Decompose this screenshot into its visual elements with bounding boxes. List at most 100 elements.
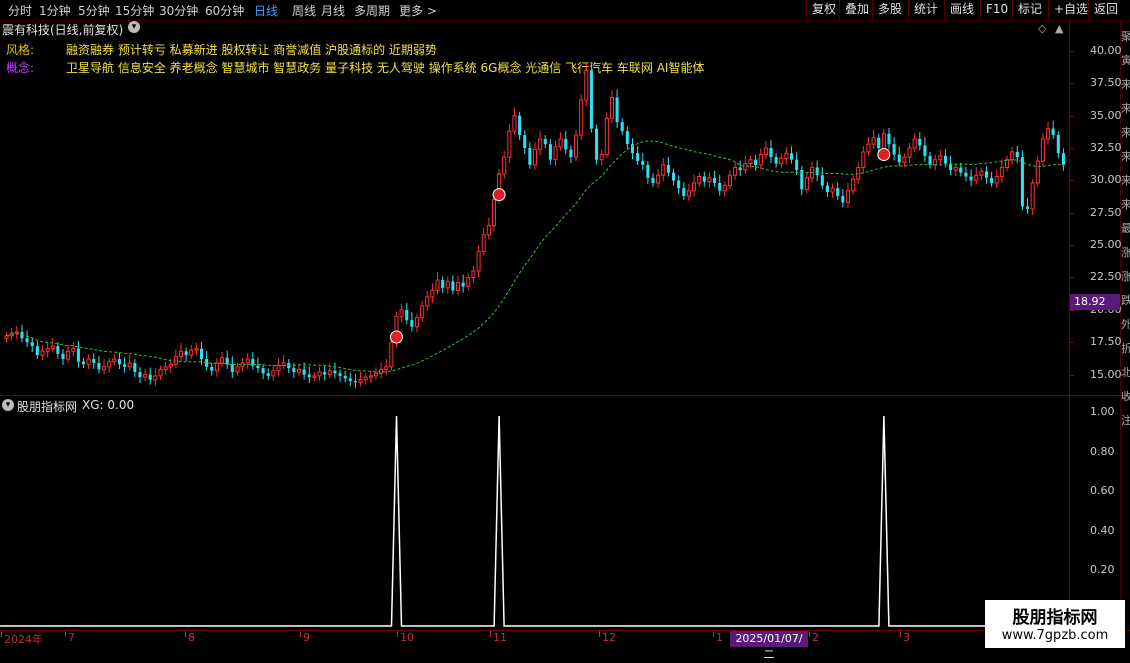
candle-body [220,357,225,364]
candle-body [856,166,861,180]
candle-body [671,172,676,181]
candle-body [804,177,809,190]
price-tick-mark [1069,342,1074,344]
candle-body [486,225,491,236]
candle-body [230,364,234,372]
price-tick-mark [1069,83,1074,85]
candle-body [66,350,71,360]
buy-signal-marker [877,148,891,162]
indicator-tick: 0.40 [1090,523,1115,537]
candle-body [97,362,101,370]
toolbar-button-8[interactable]: 返回 [1088,0,1123,19]
toolbar-button-4[interactable]: 画线 [944,0,979,19]
side-panel-char: 聚 [1121,30,1130,43]
candle-body [548,144,552,160]
date-tick-mark [809,631,810,637]
candle-body [214,362,219,372]
candle-body [92,359,96,363]
candle-body [656,174,661,184]
candle-body [210,366,214,371]
date-tick-mark [65,631,66,637]
side-panel-char: 来 [1121,174,1130,187]
indicator-tick: 0.60 [1090,484,1115,498]
candle-body [727,174,732,187]
candle-body [677,180,681,189]
candle-body [959,167,963,173]
period-10[interactable]: 更多 > [399,2,437,19]
axis-divider [1069,20,1070,630]
candle-body [713,177,717,183]
candle-body [317,371,322,377]
candle-body [56,346,60,354]
period-1[interactable]: 1分钟 [39,2,71,19]
candle-body [841,195,845,203]
toolbar-button-6[interactable]: 标记 [1012,0,1047,19]
candle-body [528,148,532,165]
indicator-chart[interactable] [0,396,1068,630]
candle-body [774,157,778,164]
toolbar-button-5[interactable]: F10 [980,0,1013,19]
period-5[interactable]: 60分钟 [205,2,244,19]
period-9[interactable]: 多周期 [354,2,390,19]
candle-body [256,365,260,369]
candle-body [143,374,148,378]
collapse-icon[interactable]: ▲ [1055,22,1063,35]
price-tick: 37.50 [1090,76,1122,90]
candle-body [1030,182,1035,210]
toolbar-button-1[interactable]: 叠加 [839,0,874,19]
candle-body [1061,153,1065,165]
candle-body [373,372,378,377]
candle-body [71,348,76,352]
diamond-icon[interactable]: ◇ [1038,22,1046,35]
side-panel-char: 涨 [1121,246,1130,259]
candle-body [609,97,614,119]
date-tick-mark [300,631,301,637]
top-toolbar: 分时 1分钟 5分钟 15分钟 30分钟 60分钟 日线 周线 月线 多周期 更多 > 复权 叠加 多股统… [0,0,1130,21]
candle-body [40,350,45,356]
period-4[interactable]: 30分钟 [159,2,198,19]
period-7[interactable]: 周线 [292,2,316,19]
candle-body [123,364,127,367]
date-tick: 9 [303,631,310,644]
title-dropdown-icon[interactable]: ▾ [128,21,140,33]
period-0[interactable]: 分时 [8,2,32,19]
period-2[interactable]: 5分钟 [78,2,110,19]
period-6[interactable]: 日线 [254,2,278,19]
candle-body [102,366,107,370]
candle-body [743,163,748,171]
candle-body [604,117,609,156]
candle-body [795,159,799,171]
price-tick: 32.50 [1090,141,1122,155]
candle-body [861,151,866,168]
candle-body [1025,206,1030,209]
candle-body [235,366,240,373]
selected-date-badge: 2025/01/07/二 [730,631,808,661]
toolbar-button-3[interactable]: 统计 [908,0,943,19]
candle-body [384,366,389,370]
candle-body [969,176,973,181]
toolbar-button-0[interactable]: 复权 [806,0,841,19]
candlestick-chart[interactable] [0,38,1068,394]
candle-body [907,147,912,158]
date-tick-mark [713,631,714,637]
candle-body [266,373,270,376]
toolbar-button-2[interactable]: 多股 [872,0,907,19]
price-tick: 25.00 [1090,238,1122,252]
date-tick: 2 [812,631,819,644]
price-tick-mark [1069,50,1074,52]
candle-body [1020,157,1024,207]
candle-body [333,370,337,374]
candle-body [964,172,968,177]
period-8[interactable]: 月线 [321,2,345,19]
candle-body [538,138,543,150]
date-tick-mark [397,631,398,637]
candle-body [30,342,34,347]
side-panel-char: 北 [1121,366,1130,379]
candle-body [615,97,619,123]
price-tick: 40.00 [1090,43,1122,57]
watermark-url: www.7gpzb.com [1001,628,1109,643]
candle-body [625,131,629,145]
candle-body [4,335,9,339]
period-3[interactable]: 15分钟 [115,2,154,19]
toolbar-button-7[interactable]: +自选 [1048,0,1093,19]
